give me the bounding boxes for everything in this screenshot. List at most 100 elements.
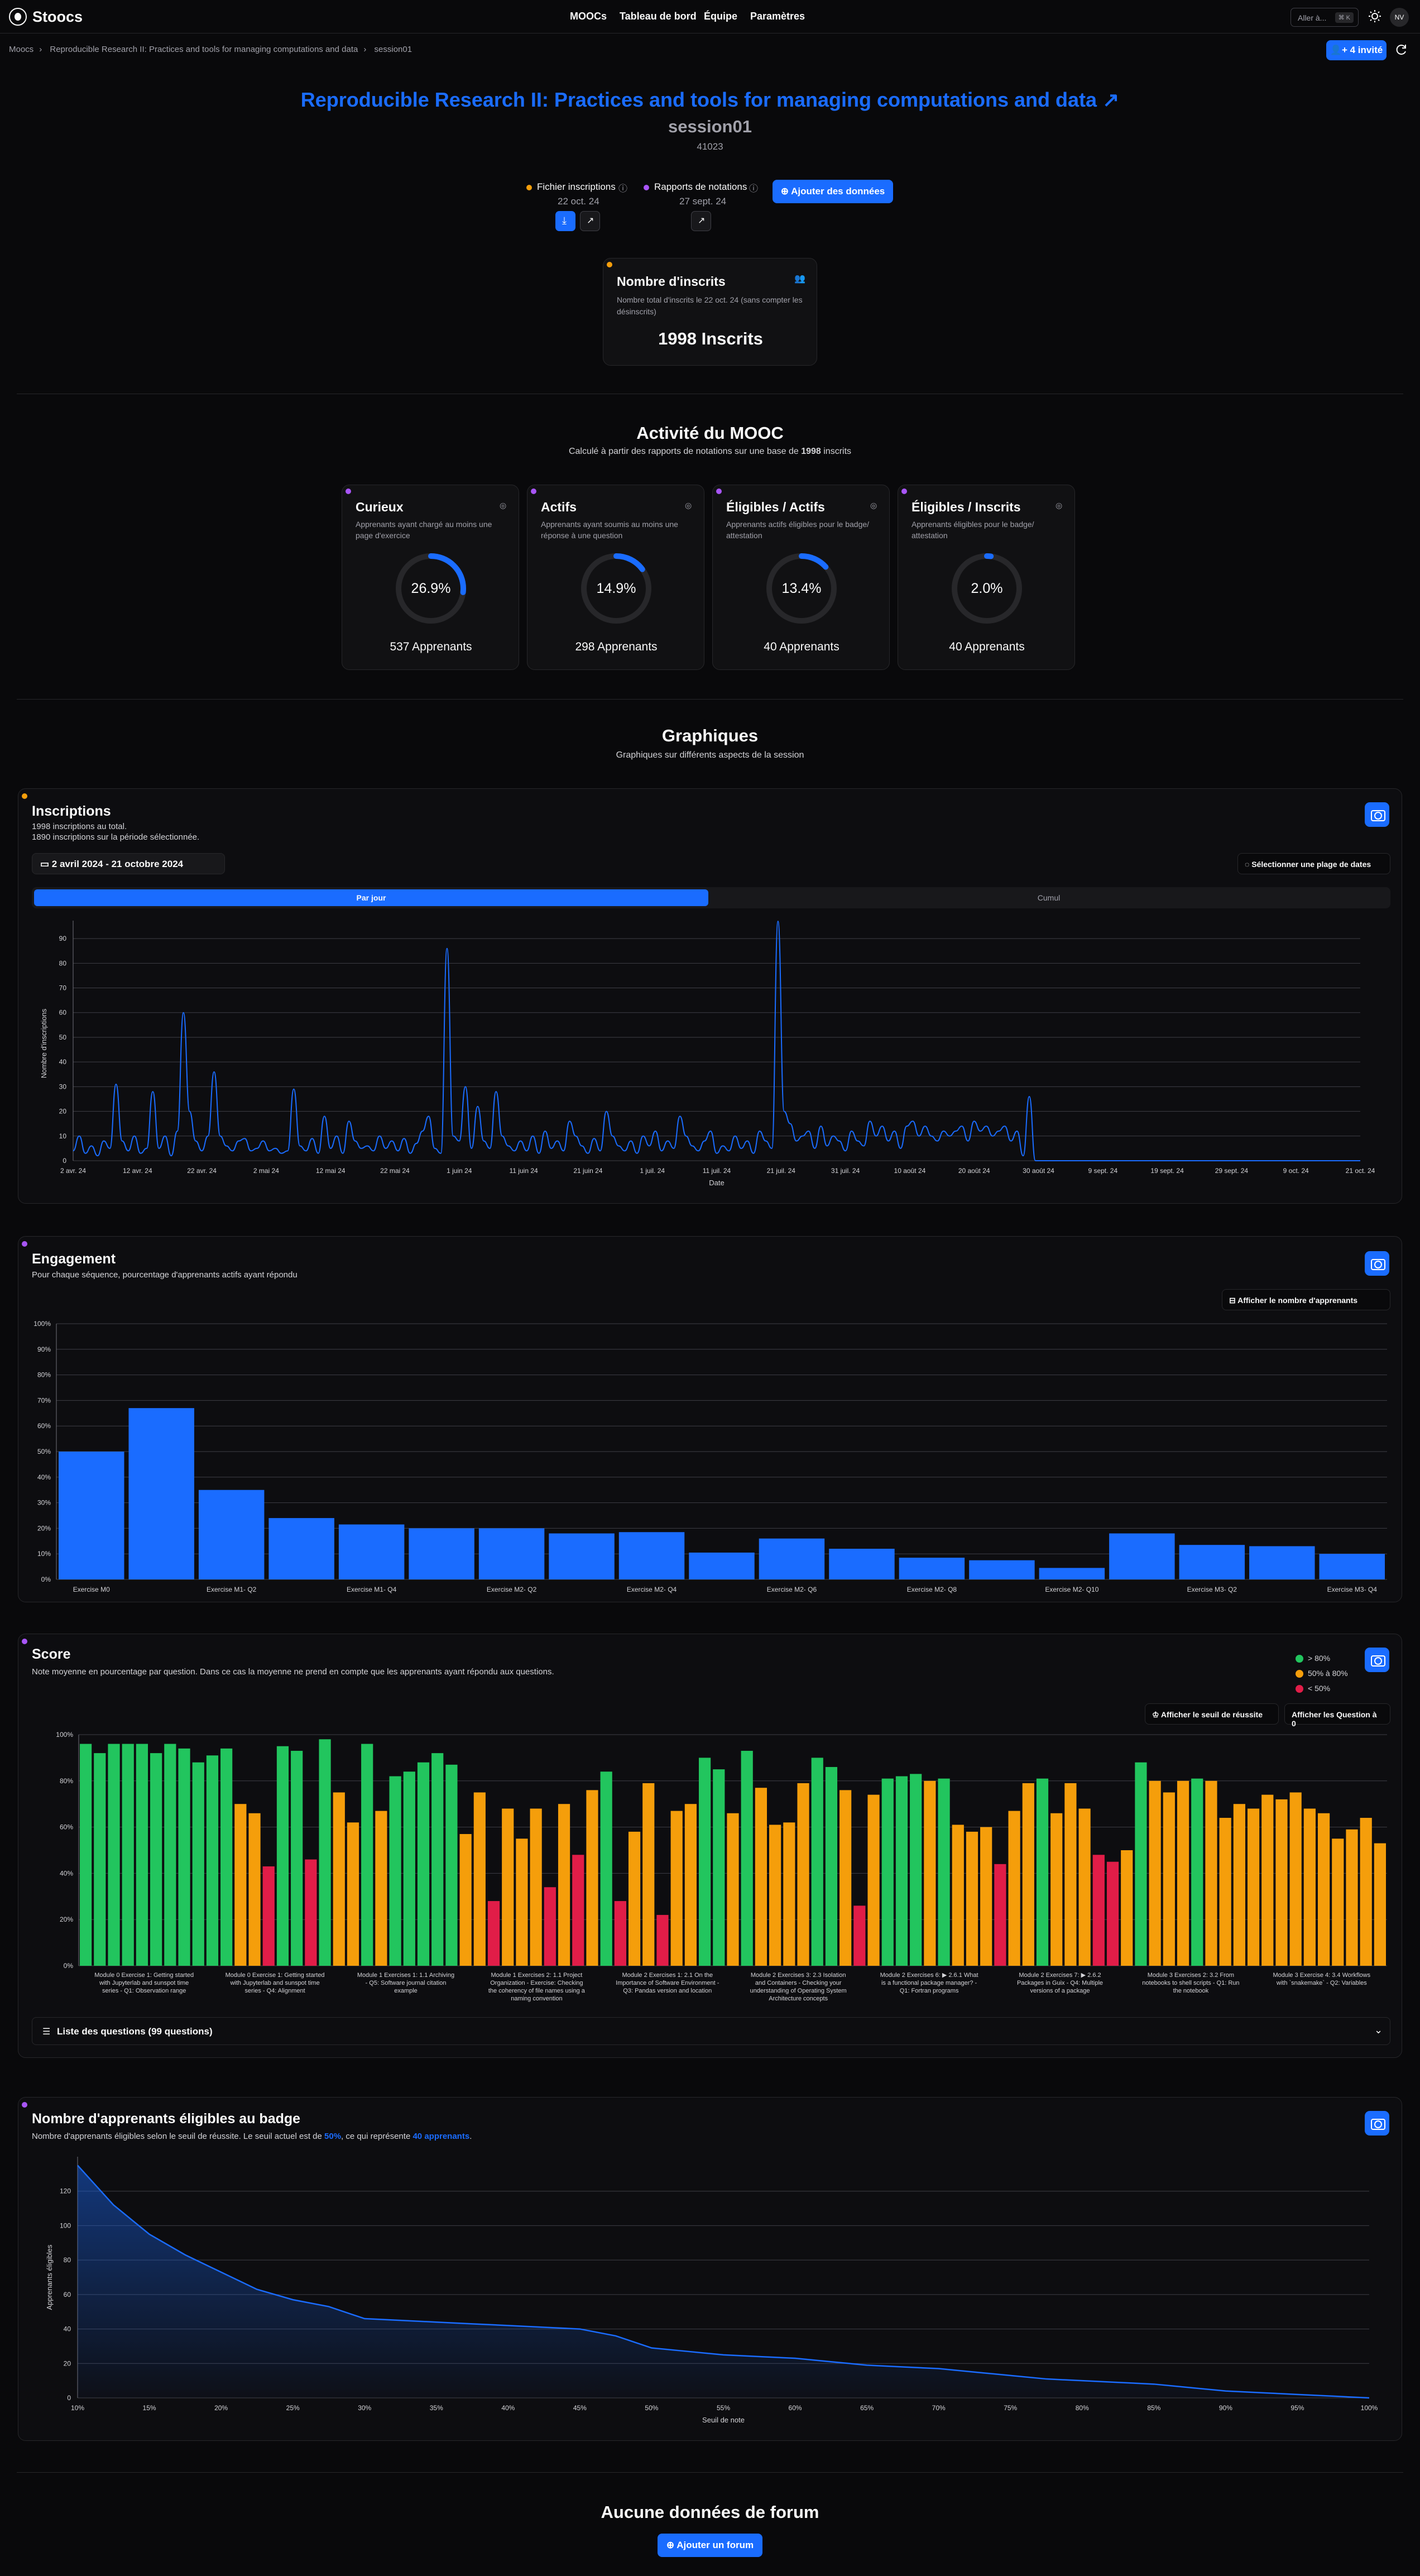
engagement-bar [198,1490,265,1579]
x-tick-label: 35% [430,2404,443,2412]
score-bar [94,1753,106,1966]
score-bar [684,1804,697,1966]
x-tick-label: 10% [71,2404,84,2412]
breadcrumb: Moocs › Reproducible Research II: Practic… [9,45,412,54]
download-button[interactable]: ⤓ [555,211,575,231]
course-title[interactable]: Reproducible Research II: Practices and … [0,88,1420,112]
score-bar [910,1774,922,1966]
score-title: Score [32,1646,71,1662]
breadcrumb-moocs[interactable]: Moocs [9,45,33,54]
score-bar [924,1780,936,1966]
toggle-icon: ⊟ [1229,1296,1238,1305]
score-bar [1106,1861,1119,1966]
score-bar [881,1778,894,1966]
engagement-bar [829,1549,895,1579]
x-tick-label: 21 oct. 24 [1346,1167,1375,1175]
score-bar [755,1788,767,1966]
tab-per-day[interactable]: Par jour [34,889,708,906]
legend-mid: 50% à 80% [1296,1666,1348,1681]
legend-dot [1296,1670,1303,1678]
engagement-bar [1109,1533,1175,1579]
info-icon[interactable]: ⓘ [749,181,758,194]
show-zero-questions-button[interactable]: Afficher les Question à 0 [1284,1703,1390,1728]
forum-title: Aucune données de forum [601,2502,819,2522]
inscriptions-title: Inscriptions [32,803,111,819]
engagement-bar [59,1452,124,1579]
score-bar [375,1811,387,1966]
show-learner-count-toggle[interactable]: ⊟ Afficher le nombre d'apprenants [1222,1289,1390,1310]
screenshot-button[interactable] [1365,2111,1389,2136]
user-avatar[interactable]: NV [1390,8,1409,27]
x-axis-label: Date [709,1179,724,1187]
y-tick-label: 80% [37,1371,51,1379]
external-link-icon: ↗ [698,216,706,226]
invite-button[interactable]: 👤+ 4 invité [1326,40,1387,60]
x-tick-label: Module 0 Exercise 1: Getting started with… [226,1972,325,1994]
x-tick-label: Module 3 Exercise 4: 3.4 Workflows with `… [1273,1972,1370,1986]
file-inscriptions-date: 22 oct. 24 [558,196,599,207]
y-tick-label: 100 [60,2221,71,2229]
goto-search-button[interactable]: Aller à... ⌘ K [1291,8,1359,27]
screenshot-button[interactable] [1365,1648,1389,1672]
score-bar [262,1866,275,1966]
score-bar [248,1813,261,1966]
open-reports-button[interactable]: ↗ [691,211,711,231]
user-plus-icon: 👤+ [1330,45,1350,55]
open-file-button[interactable]: ↗ [580,211,600,231]
nav-dashboard[interactable]: Tableau de bord [620,11,697,22]
nav-team[interactable]: Équipe [704,11,737,22]
enrolled-card: Nombre d'inscrits 👥 Nombre total d'inscr… [603,258,817,366]
info-icon[interactable]: ⓘ [618,181,627,194]
x-tick-label: 12 avr. 24 [123,1167,152,1175]
score-bar [1177,1780,1189,1966]
score-bar-chart: 0% 20% 40% 60% 80% 100% Module 0 Exercise 1: G… [56,1731,1387,2002]
legend-low: < 50% [1296,1681,1348,1696]
questions-label: Liste des questions (99 questions) [57,2026,213,2037]
badge-area-chart: 0 20 40 60 80 100 120 10% 15% 20% 25% 30% 35% 40% 45% 5… [45,2157,1378,2424]
score-bar [1036,1778,1049,1966]
score-bar [1191,1778,1203,1966]
inscriptions-line-chart: 0 10 20 30 40 50 60 70 80 90 2 avr. 24 12 avr. 24 22… [40,921,1375,1187]
card-desc: Apprenants ayant chargé au moins une pag… [356,520,492,540]
add-forum-button[interactable]: ⊕ Ajouter un forum [658,2534,762,2557]
refresh-icon[interactable] [1395,44,1408,56]
engagement-bar [409,1528,474,1579]
chevron-down-icon: ⌄ [1374,2024,1383,2036]
score-bar [1317,1813,1330,1966]
tab-cumulative[interactable]: Cumul [712,889,1386,906]
questions-accordion[interactable]: ☰ Liste des questions (99 questions) ⌄ [32,2017,1390,2045]
x-tick-label: Exercise M2- Q8 [907,1586,957,1593]
badge-desc: Nombre d'apprenants éligibles selon le s… [32,2132,472,2141]
screenshot-button[interactable] [1365,802,1389,827]
card-dot [607,262,612,267]
add-data-button[interactable]: ⊕ Ajouter des données [773,180,893,203]
score-bar [276,1746,289,1966]
nav-settings[interactable]: Paramètres [750,11,805,22]
date-range-picker[interactable]: ▭ 2 avril 2024 - 21 octobre 2024 [32,853,225,874]
astronaut-logo-icon[interactable] [9,8,27,26]
y-tick-label: 90% [37,1346,51,1353]
user-check-icon: ◎ [685,501,692,510]
breadcrumb-course[interactable]: Reproducible Research II: Practices and … [50,45,358,54]
sun-icon[interactable] [1369,10,1381,22]
score-bar [234,1804,247,1966]
x-tick-label: 29 sept. 24 [1215,1167,1249,1175]
score-bar [980,1827,992,1966]
screenshot-button[interactable] [1365,1251,1389,1276]
engagement-bar [128,1408,194,1579]
score-bar [1205,1780,1217,1966]
nav-moocs[interactable]: MOOCs [570,11,607,22]
app-name[interactable]: Stoocs [32,8,83,26]
score-bar [445,1764,458,1966]
y-axis-label: Apprenants éligibles [45,2244,54,2310]
activity-card: Curieux ◎ Apprenants ayant chargé au moins… [342,485,519,670]
external-link-icon[interactable]: ↗ [1102,88,1119,111]
select-range-button[interactable]: ◌ Sélectionner une plage de dates [1237,853,1390,874]
score-bar [769,1825,781,1966]
score-legend: > 80% 50% à 80% < 50% [1296,1651,1348,1696]
score-bar [1303,1808,1316,1966]
x-tick-label: Module 1 Exercises 2: 1.1 Project Organiz… [488,1972,586,2002]
score-bar [558,1804,570,1966]
show-threshold-button[interactable]: ♔ Afficher le seuil de réussite [1145,1703,1279,1725]
x-tick-label: Module 2 Exercises 3: 2.3 Isolation and C… [750,1972,847,2002]
